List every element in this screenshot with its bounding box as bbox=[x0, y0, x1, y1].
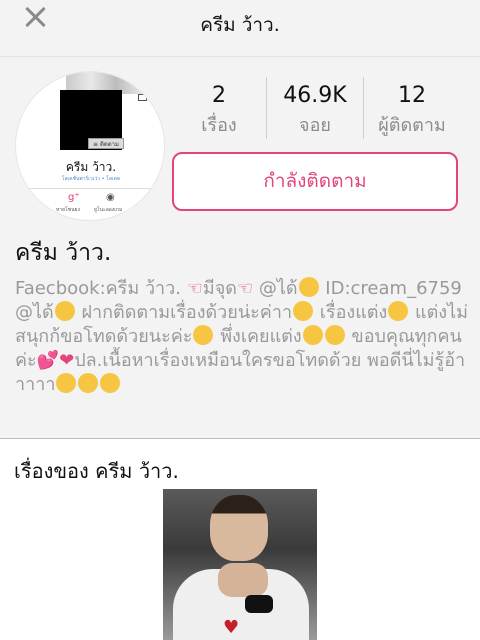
smile-emoji-icon bbox=[298, 277, 319, 297]
avatar-follow-mini: ≡ ติดตาม bbox=[88, 138, 124, 149]
bio-text: เรื่องแต่ง bbox=[314, 302, 388, 323]
profile-card: ≡ ติดตาม ครีม ว้าว. โลเคชั่นพาร์เวเว่ว •… bbox=[0, 57, 480, 439]
avatar-bottom-label: ยูโนะลองเกม bbox=[94, 207, 123, 213]
stat-followers[interactable]: 12 ผู้ติดตาม bbox=[364, 81, 460, 141]
divider bbox=[26, 188, 156, 189]
stat-divider bbox=[266, 77, 267, 139]
smile-emoji-icon bbox=[100, 373, 121, 393]
cover-figure-hands bbox=[218, 563, 268, 597]
stat-value: 12 bbox=[398, 83, 426, 108]
following-button[interactable]: กำลังติดตาม bbox=[172, 152, 458, 211]
smile-emoji-icon bbox=[302, 325, 323, 345]
camera-icon bbox=[138, 94, 147, 101]
stat-stories[interactable]: 2 เรื่อง bbox=[176, 81, 262, 141]
top-bar: ครีม ว้าว. bbox=[0, 0, 480, 57]
bio-text: ฝากติดตามเรื่องด้วยน่ะค่าา bbox=[75, 302, 293, 323]
page-title: ครีม ว้าว. bbox=[200, 14, 280, 36]
eye-icon: ◉ bbox=[106, 192, 115, 203]
bio-text: พึ่งเคยแต่ง bbox=[220, 326, 302, 347]
smile-emoji-icon bbox=[78, 373, 99, 393]
hearts-icon: 💕❤ bbox=[36, 350, 75, 371]
profile-name: ครีม ว้าว. bbox=[15, 240, 112, 266]
stat-value: 46.9K bbox=[283, 83, 347, 108]
kiss-emoji-icon bbox=[388, 301, 409, 321]
profile-bio: Faecbook:ครีม ว้าว. ☜มีจุด☜ @ได้ ID:crea… bbox=[15, 277, 475, 397]
bio-text: @ได้ bbox=[253, 278, 298, 299]
stat-value: 2 bbox=[212, 83, 226, 108]
stat-label: ผู้ติดตาม bbox=[378, 115, 446, 136]
cover-figure-watch bbox=[245, 595, 273, 613]
stat-label: เรื่อง bbox=[201, 115, 237, 136]
stat-label: จอย bbox=[299, 115, 331, 136]
stat-likes[interactable]: 46.9K จอย bbox=[268, 81, 362, 141]
avatar-bottom-label: หายโซนยง bbox=[56, 207, 80, 213]
avatar[interactable]: ≡ ติดตาม ครีม ว้าว. โลเคชั่นพาร์เวเว่ว •… bbox=[15, 71, 165, 221]
story-cover-image[interactable]: ♥ bbox=[163, 489, 317, 640]
wink-emoji-icon bbox=[54, 301, 75, 321]
laugh-emoji-icon bbox=[324, 325, 345, 345]
pointing-hand-icon: ☜ bbox=[186, 278, 203, 299]
heart-icon: ♥ bbox=[223, 617, 240, 638]
cover-figure-head bbox=[210, 495, 268, 561]
avatar-subtitle: โลเคชั่นพาร์เวเว่ว • โลเคด bbox=[61, 176, 121, 182]
bio-text: มีจุด bbox=[202, 278, 237, 299]
smile-emoji-icon bbox=[293, 301, 314, 321]
bio-text: Faecbook:ครีม ว้าว. bbox=[15, 278, 187, 299]
smile-emoji-icon bbox=[56, 373, 77, 393]
google-plus-icon: g⁺ bbox=[68, 192, 80, 203]
works-section-title: เรื่องของ ครีม ว้าว. bbox=[14, 459, 179, 483]
bow-emoji-icon bbox=[193, 325, 214, 345]
pointing-hand-icon: ☜ bbox=[236, 278, 254, 299]
